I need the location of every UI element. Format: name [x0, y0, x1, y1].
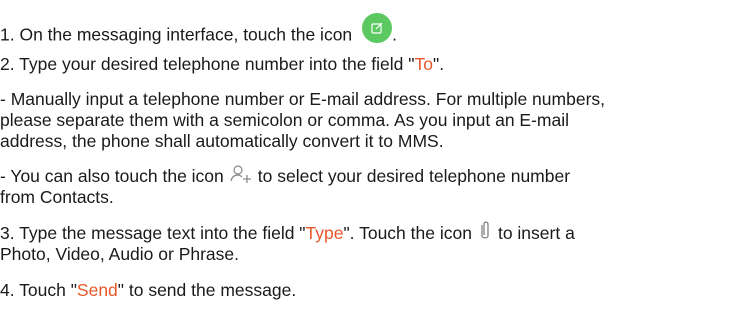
step-1-end: .: [392, 24, 398, 45]
step-1-text: 1. On the messaging interface, touch the…: [0, 24, 353, 45]
step-2b-line-2: from Contacts.: [0, 187, 114, 207]
step-2-text: 2. Type your desired telephone number in…: [0, 54, 415, 74]
step-2b-line-1: - You can also touch the icon to select y…: [0, 164, 743, 187]
step-2b-text: - You can also touch the icon: [0, 166, 224, 186]
step-2b-text-end: to select your desired telephone number: [257, 166, 571, 186]
add-contact-icon: [230, 164, 252, 184]
step-3-line-2: Photo, Video, Audio or Phrase.: [0, 244, 240, 264]
step-4-text: 4. Touch ": [0, 280, 77, 300]
step-4: 4. Touch "Send" to send the message.: [0, 280, 743, 301]
step-3-end: to insert a: [497, 223, 575, 243]
step-2: 2. Type your desired telephone number in…: [0, 54, 743, 75]
step-4-end: " to send the message.: [117, 280, 297, 300]
step-2a-line-3: address, the phone shall automatically c…: [0, 131, 444, 151]
step-3-mid: ". Touch the icon: [343, 223, 472, 243]
step-2-end: ".: [432, 54, 445, 74]
step-1: 1. On the messaging interface, touch the…: [0, 13, 743, 51]
step-3-text: 3. Type the message text into the field …: [0, 223, 306, 243]
step-2a-line-1: - Manually input a telephone number or E…: [0, 89, 606, 109]
step-3-line-1: 3. Type the message text into the field …: [0, 220, 743, 245]
step-2a-line-2: please separate them with a semicolon or…: [0, 110, 570, 130]
type-field-label: Type: [305, 223, 344, 243]
paperclip-icon: [478, 220, 492, 242]
send-label: Send: [76, 280, 118, 300]
compose-message-icon: [362, 13, 393, 43]
to-field-label: To: [414, 54, 433, 74]
